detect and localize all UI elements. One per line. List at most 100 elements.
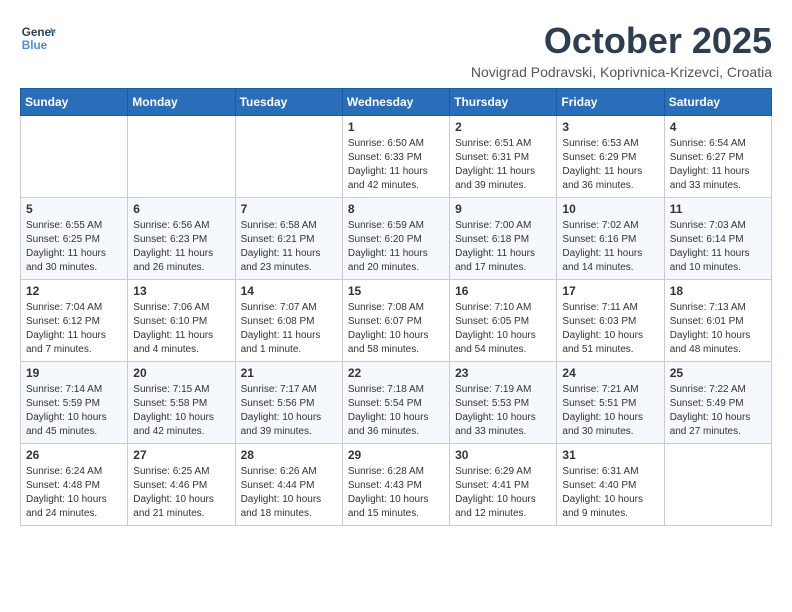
day-info: Sunrise: 6:56 AM Sunset: 6:23 PM Dayligh… <box>133 219 229 275</box>
calendar-cell: 14 Sunrise: 7:07 AM Sunset: 6:08 PM Dayli… <box>235 280 342 362</box>
calendar-cell: 4Sunrise: 6:54 AM Sunset: 6:27 PM Daylig… <box>664 116 771 198</box>
day-info: Sunrise: 7:15 AM Sunset: 5:58 PM Dayligh… <box>133 383 229 439</box>
location-subtitle: Novigrad Podravski, Koprivnica-Krizevci,… <box>471 64 772 80</box>
calendar-cell: 20Sunrise: 7:15 AM Sunset: 5:58 PM Dayli… <box>128 362 235 444</box>
logo: General Blue <box>20 20 56 56</box>
day-info: Sunrise: 7:18 AM Sunset: 5:54 PM Dayligh… <box>348 383 444 439</box>
day-number: 22 <box>348 366 444 380</box>
day-info: Sunrise: 7:00 AM Sunset: 6:18 PM Dayligh… <box>455 219 551 275</box>
calendar-header-row: SundayMondayTuesdayWednesdayThursdayFrid… <box>21 89 772 116</box>
day-number: 15 <box>348 284 444 298</box>
calendar-cell: 5 Sunrise: 6:55 AM Sunset: 6:25 PM Daylig… <box>21 198 128 280</box>
day-number: 7 <box>241 202 337 216</box>
calendar-cell: 30 Sunrise: 6:29 AM Sunset: 4:41 PM Dayli… <box>450 444 557 526</box>
calendar-header-sunday: Sunday <box>21 89 128 116</box>
day-info: Sunrise: 7:08 AM Sunset: 6:07 PM Dayligh… <box>348 301 444 357</box>
day-info: Sunrise: 6:31 AM Sunset: 4:40 PM Dayligh… <box>562 465 658 521</box>
calendar-cell: 11 Sunrise: 7:03 AM Sunset: 6:14 PM Dayli… <box>664 198 771 280</box>
calendar-cell <box>21 116 128 198</box>
calendar-cell: 18 Sunrise: 7:13 AM Sunset: 6:01 PM Dayli… <box>664 280 771 362</box>
calendar-cell: 12 Sunrise: 7:04 AM Sunset: 6:12 PM Dayli… <box>21 280 128 362</box>
day-number: 28 <box>241 448 337 462</box>
calendar-cell: 29 Sunrise: 6:28 AM Sunset: 4:43 PM Dayli… <box>342 444 449 526</box>
day-number: 21 <box>241 366 337 380</box>
day-info: Sunrise: 6:51 AM Sunset: 6:31 PM Dayligh… <box>455 137 551 193</box>
day-info: Sunrise: 7:06 AM Sunset: 6:10 PM Dayligh… <box>133 301 229 357</box>
title-block: October 2025 Novigrad Podravski, Koprivn… <box>471 20 772 80</box>
svg-text:Blue: Blue <box>22 39 48 52</box>
calendar-cell <box>128 116 235 198</box>
calendar-header-monday: Monday <box>128 89 235 116</box>
calendar-cell: 13Sunrise: 7:06 AM Sunset: 6:10 PM Dayli… <box>128 280 235 362</box>
day-info: Sunrise: 6:55 AM Sunset: 6:25 PM Dayligh… <box>26 219 122 275</box>
day-number: 8 <box>348 202 444 216</box>
calendar-header-tuesday: Tuesday <box>235 89 342 116</box>
day-info: Sunrise: 7:11 AM Sunset: 6:03 PM Dayligh… <box>562 301 658 357</box>
calendar-cell: 26Sunrise: 6:24 AM Sunset: 4:48 PM Dayli… <box>21 444 128 526</box>
day-number: 5 <box>26 202 122 216</box>
calendar-cell: 23Sunrise: 7:19 AM Sunset: 5:53 PM Dayli… <box>450 362 557 444</box>
calendar-week-row: 26Sunrise: 6:24 AM Sunset: 4:48 PM Dayli… <box>21 444 772 526</box>
day-info: Sunrise: 6:28 AM Sunset: 4:43 PM Dayligh… <box>348 465 444 521</box>
day-number: 3 <box>562 120 658 134</box>
calendar-cell: 7 Sunrise: 6:58 AM Sunset: 6:21 PM Daylig… <box>235 198 342 280</box>
day-number: 27 <box>133 448 229 462</box>
day-number: 9 <box>455 202 551 216</box>
day-info: Sunrise: 6:53 AM Sunset: 6:29 PM Dayligh… <box>562 137 658 193</box>
day-info: Sunrise: 7:21 AM Sunset: 5:51 PM Dayligh… <box>562 383 658 439</box>
calendar-week-row: 19Sunrise: 7:14 AM Sunset: 5:59 PM Dayli… <box>21 362 772 444</box>
day-number: 30 <box>455 448 551 462</box>
calendar-cell: 10Sunrise: 7:02 AM Sunset: 6:16 PM Dayli… <box>557 198 664 280</box>
calendar-cell: 6Sunrise: 6:56 AM Sunset: 6:23 PM Daylig… <box>128 198 235 280</box>
calendar-cell: 15 Sunrise: 7:08 AM Sunset: 6:07 PM Dayli… <box>342 280 449 362</box>
calendar-table: SundayMondayTuesdayWednesdayThursdayFrid… <box>20 88 772 526</box>
calendar-week-row: 5 Sunrise: 6:55 AM Sunset: 6:25 PM Daylig… <box>21 198 772 280</box>
day-info: Sunrise: 7:07 AM Sunset: 6:08 PM Dayligh… <box>241 301 337 357</box>
calendar-cell: 27 Sunrise: 6:25 AM Sunset: 4:46 PM Dayli… <box>128 444 235 526</box>
day-info: Sunrise: 6:58 AM Sunset: 6:21 PM Dayligh… <box>241 219 337 275</box>
day-info: Sunrise: 6:25 AM Sunset: 4:46 PM Dayligh… <box>133 465 229 521</box>
day-info: Sunrise: 6:54 AM Sunset: 6:27 PM Dayligh… <box>670 137 766 193</box>
day-number: 14 <box>241 284 337 298</box>
day-number: 2 <box>455 120 551 134</box>
calendar-cell: 19Sunrise: 7:14 AM Sunset: 5:59 PM Dayli… <box>21 362 128 444</box>
day-number: 1 <box>348 120 444 134</box>
day-number: 23 <box>455 366 551 380</box>
calendar-cell: 2 Sunrise: 6:51 AM Sunset: 6:31 PM Daylig… <box>450 116 557 198</box>
day-info: Sunrise: 7:13 AM Sunset: 6:01 PM Dayligh… <box>670 301 766 357</box>
day-info: Sunrise: 6:24 AM Sunset: 4:48 PM Dayligh… <box>26 465 122 521</box>
day-number: 16 <box>455 284 551 298</box>
day-info: Sunrise: 6:29 AM Sunset: 4:41 PM Dayligh… <box>455 465 551 521</box>
day-number: 24 <box>562 366 658 380</box>
day-info: Sunrise: 7:03 AM Sunset: 6:14 PM Dayligh… <box>670 219 766 275</box>
page-header: General Blue October 2025 Novigrad Podra… <box>20 20 772 80</box>
calendar-cell: 28 Sunrise: 6:26 AM Sunset: 4:44 PM Dayli… <box>235 444 342 526</box>
day-number: 11 <box>670 202 766 216</box>
calendar-cell: 17 Sunrise: 7:11 AM Sunset: 6:03 PM Dayli… <box>557 280 664 362</box>
day-info: Sunrise: 6:26 AM Sunset: 4:44 PM Dayligh… <box>241 465 337 521</box>
calendar-cell: 22 Sunrise: 7:18 AM Sunset: 5:54 PM Dayli… <box>342 362 449 444</box>
day-info: Sunrise: 6:50 AM Sunset: 6:33 PM Dayligh… <box>348 137 444 193</box>
day-number: 17 <box>562 284 658 298</box>
calendar-cell <box>664 444 771 526</box>
day-info: Sunrise: 7:04 AM Sunset: 6:12 PM Dayligh… <box>26 301 122 357</box>
day-number: 10 <box>562 202 658 216</box>
day-info: Sunrise: 7:10 AM Sunset: 6:05 PM Dayligh… <box>455 301 551 357</box>
day-info: Sunrise: 7:17 AM Sunset: 5:56 PM Dayligh… <box>241 383 337 439</box>
day-number: 29 <box>348 448 444 462</box>
day-info: Sunrise: 7:14 AM Sunset: 5:59 PM Dayligh… <box>26 383 122 439</box>
calendar-cell: 1 Sunrise: 6:50 AM Sunset: 6:33 PM Daylig… <box>342 116 449 198</box>
calendar-week-row: 12 Sunrise: 7:04 AM Sunset: 6:12 PM Dayli… <box>21 280 772 362</box>
day-number: 31 <box>562 448 658 462</box>
day-info: Sunrise: 7:22 AM Sunset: 5:49 PM Dayligh… <box>670 383 766 439</box>
calendar-cell: 21 Sunrise: 7:17 AM Sunset: 5:56 PM Dayli… <box>235 362 342 444</box>
calendar-cell <box>235 116 342 198</box>
calendar-cell: 9 Sunrise: 7:00 AM Sunset: 6:18 PM Daylig… <box>450 198 557 280</box>
calendar-cell: 3 Sunrise: 6:53 AM Sunset: 6:29 PM Daylig… <box>557 116 664 198</box>
day-info: Sunrise: 6:59 AM Sunset: 6:20 PM Dayligh… <box>348 219 444 275</box>
month-title: October 2025 <box>471 20 772 62</box>
calendar-header-friday: Friday <box>557 89 664 116</box>
day-number: 18 <box>670 284 766 298</box>
day-number: 12 <box>26 284 122 298</box>
calendar-cell: 31 Sunrise: 6:31 AM Sunset: 4:40 PM Dayli… <box>557 444 664 526</box>
